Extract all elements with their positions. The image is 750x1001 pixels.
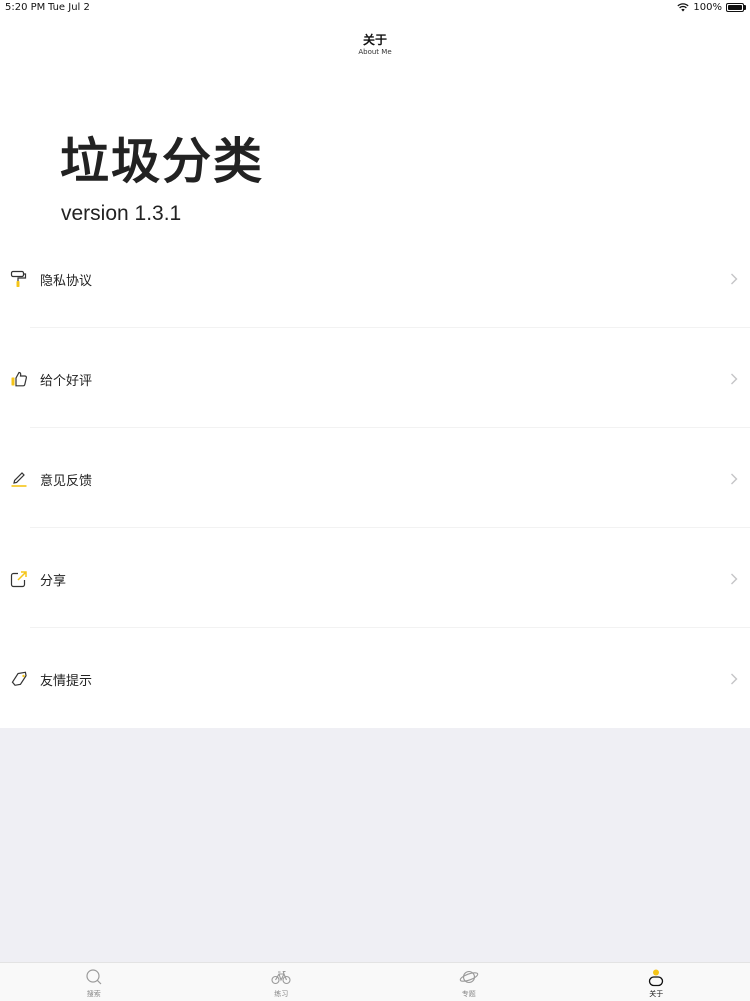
chevron-right-icon <box>730 471 738 485</box>
app-title: 垃圾分类 <box>60 122 264 193</box>
status-right: 100% <box>677 2 744 13</box>
battery-fill <box>728 5 742 10</box>
share-icon <box>10 570 28 588</box>
menu-item-share[interactable]: 分享 <box>0 528 750 628</box>
nav-title: 关于 <box>0 31 750 48</box>
app-version: version 1.3.1 <box>61 202 181 226</box>
tab-label: 关于 <box>563 989 750 999</box>
menu-item-label: 给个好评 <box>40 370 92 389</box>
navigation-bar: 关于 About Me <box>0 16 750 64</box>
menu-item-label: 友情提示 <box>40 670 92 689</box>
menu-item-rate[interactable]: 给个好评 <box>0 328 750 428</box>
tab-search[interactable]: 搜索 <box>0 963 188 1001</box>
menu-item-privacy[interactable]: 隐私协议 <box>0 228 750 328</box>
menu-item-feedback[interactable]: 意见反馈 <box>0 428 750 528</box>
tab-about[interactable]: 关于 <box>563 963 750 1001</box>
paint-roller-icon <box>10 270 28 288</box>
tag-icon <box>10 670 28 688</box>
tab-topics[interactable]: 专题 <box>375 963 563 1001</box>
person-icon <box>646 967 666 987</box>
status-time: 5:20 PM <box>5 2 45 13</box>
planet-icon <box>459 967 479 987</box>
tab-label: 搜索 <box>0 989 188 999</box>
chevron-right-icon <box>730 571 738 585</box>
wifi-icon <box>677 3 689 12</box>
bicycle-icon <box>271 967 291 987</box>
chevron-right-icon <box>730 271 738 285</box>
chevron-right-icon <box>730 671 738 685</box>
tab-label: 练习 <box>188 989 376 999</box>
menu-item-label: 分享 <box>40 570 66 589</box>
nav-subtitle: About Me <box>0 48 750 56</box>
search-icon <box>84 967 104 987</box>
chevron-right-icon <box>730 371 738 385</box>
pencil-icon <box>10 470 28 488</box>
settings-menu: 隐私协议 给个好评 <box>0 228 750 728</box>
about-content: 垃圾分类 version 1.3.1 隐私协议 <box>0 64 750 728</box>
status-bar: 5:20 PM Tue Jul 2 100% <box>0 0 750 16</box>
menu-item-label: 隐私协议 <box>40 270 92 289</box>
status-date: Tue Jul 2 <box>48 2 90 13</box>
menu-item-label: 意见反馈 <box>40 470 92 489</box>
battery-percent: 100% <box>693 2 722 13</box>
menu-item-tips[interactable]: 友情提示 <box>0 628 750 728</box>
tab-practice[interactable]: 练习 <box>188 963 376 1001</box>
tab-label: 专题 <box>375 989 563 999</box>
battery-icon <box>726 3 744 12</box>
thumbs-up-icon <box>10 370 28 388</box>
tab-bar: 搜索 练习 专题 关于 <box>0 962 750 1001</box>
